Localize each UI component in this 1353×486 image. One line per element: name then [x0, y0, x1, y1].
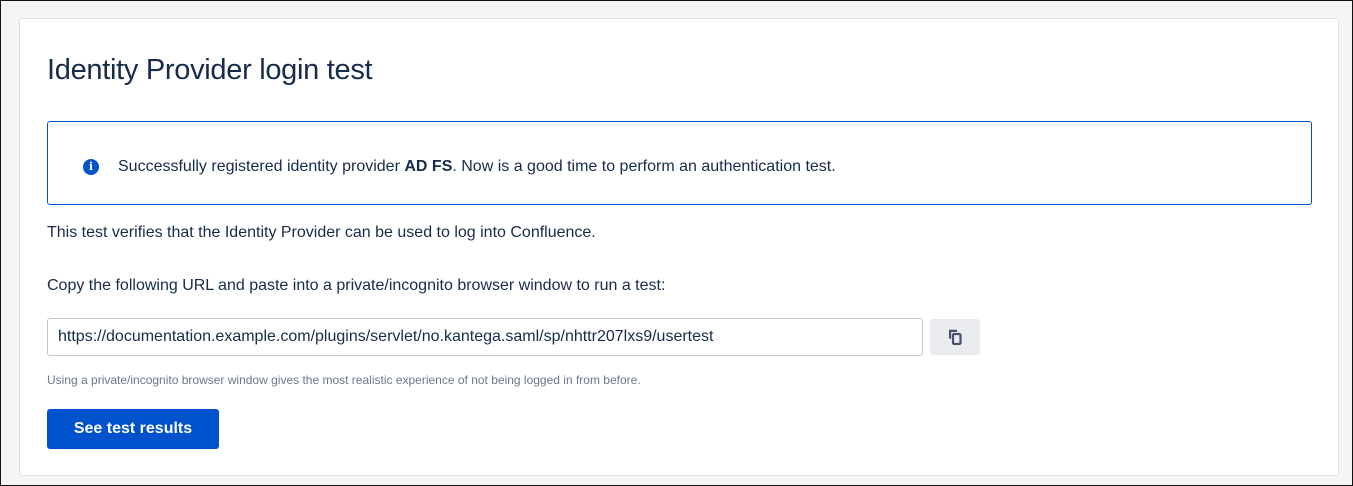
test-url-input[interactable] — [47, 318, 923, 356]
info-suffix: . Now is a good time to perform an authe… — [452, 158, 836, 175]
info-message: i Successfully registered identity provi… — [47, 121, 1312, 205]
test-instruction: Copy the following URL and paste into a … — [47, 277, 666, 294]
provider-name: AD FS — [404, 158, 453, 175]
info-message-text: Successfully registered identity provide… — [118, 158, 836, 176]
see-test-results-button[interactable]: See test results — [47, 409, 219, 449]
test-description: This test verifies that the Identity Pro… — [47, 224, 596, 241]
copy-icon — [949, 329, 962, 345]
info-prefix: Successfully registered identity provide… — [118, 158, 405, 175]
page-frame: Identity Provider login test i Successfu… — [0, 0, 1353, 486]
test-card: Identity Provider login test i Successfu… — [19, 18, 1339, 476]
page-title: Identity Provider login test — [47, 54, 373, 86]
helper-text: Using a private/incognito browser window… — [47, 373, 641, 387]
info-icon: i — [83, 159, 99, 175]
copy-url-button[interactable] — [930, 319, 980, 355]
